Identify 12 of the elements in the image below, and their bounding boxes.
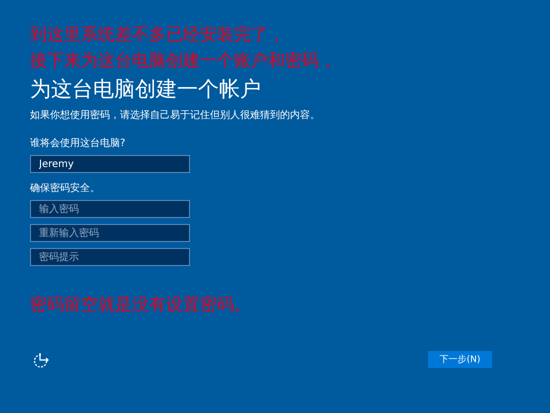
accessibility-icon[interactable]	[33, 352, 50, 368]
field-label: 谁将会使用这台电脑?	[30, 138, 126, 150]
hint-text: 如果你想使用密码，请选择自己易于记住但别人很难猜到的内容。	[30, 110, 321, 122]
input-field[interactable]: 输入密码	[30, 200, 190, 218]
page-title: 为这台电脑创建一个帐户	[30, 76, 262, 102]
input-field[interactable]: 重新输入密码	[30, 224, 190, 242]
annotation-text: 密码留空就是没有设置密码。	[30, 294, 252, 316]
annotation-text: 接下来为这台电脑创建一个账户和密码，	[30, 50, 337, 73]
next-button[interactable]: 下一步(N)	[428, 351, 492, 368]
annotation-text: 到这里系统差不多已经安装完了，	[30, 24, 286, 47]
input-field[interactable]: 密码提示	[30, 248, 190, 266]
field-label: 确保密码安全。	[30, 183, 101, 195]
